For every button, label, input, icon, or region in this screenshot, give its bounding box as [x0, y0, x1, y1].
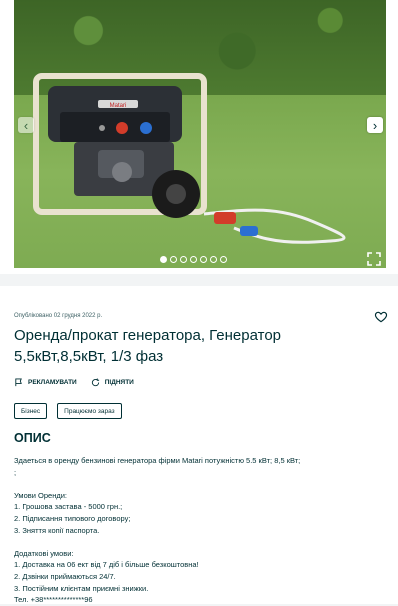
published-date: Опубліковано 02 грудня 2022 р.: [14, 313, 103, 319]
promote-label: РЕКЛАМУВАТИ: [28, 379, 77, 386]
gallery-dot[interactable]: [180, 256, 187, 263]
description-line: 3. Постійним клієнтам приємні знижки.: [14, 583, 149, 593]
tag-business[interactable]: Бізнес: [14, 403, 48, 419]
fullscreen-icon[interactable]: [366, 251, 382, 267]
gallery-dot[interactable]: [170, 256, 177, 263]
flag-icon: [15, 378, 22, 387]
description-line: 3. Зняття копії паспорта.: [14, 525, 100, 535]
previous-photo-button[interactable]: ‹: [18, 117, 34, 133]
chevron-right-icon: ›: [372, 117, 378, 133]
description-line: ;: [14, 467, 17, 477]
description-line: 2. Дзвінки приймаються 24/7.: [14, 571, 116, 581]
raise-label: ПІДНЯТИ: [104, 379, 134, 386]
description-line: 2. Підписання типового договору;: [14, 513, 131, 523]
generator-illustration: Matari: [33, 73, 346, 244]
description-line: 1. Доставка на 06 ект від 7 діб і більше…: [14, 560, 199, 570]
heart-icon[interactable]: [374, 310, 388, 324]
ad-title: Оренда/прокат генератора, Генератор 5,5к…: [14, 327, 282, 365]
description-text: Здаеться в оренду бензинові генератора ф…: [14, 455, 384, 606]
gallery-dot[interactable]: [190, 256, 197, 263]
description-line: Додаткові умови:: [14, 548, 74, 558]
ad-tags: Бізнес Працюємо зараз: [14, 403, 122, 419]
description-line: [14, 536, 384, 548]
svg-text:Matari: Matari: [110, 103, 127, 109]
gallery-dot[interactable]: [210, 256, 217, 263]
chevron-left-icon: ‹: [23, 117, 29, 133]
refresh-icon: [91, 378, 99, 387]
description-line: [14, 478, 384, 490]
image-gallery: Matari ‹ ›: [0, 0, 398, 274]
promote-button[interactable]: РЕКЛАМУВАТИ: [14, 378, 77, 387]
raise-button[interactable]: ПІДНЯТИ: [91, 378, 134, 387]
ad-actions: РЕКЛАМУВАТИ ПІДНЯТИ: [14, 378, 134, 387]
gallery-pagination: [160, 256, 227, 263]
gallery-dot[interactable]: [160, 256, 167, 263]
gallery-dot[interactable]: [220, 256, 227, 263]
tag-working-now[interactable]: Працюємо зараз: [57, 403, 122, 419]
listing-photo[interactable]: Matari: [14, 0, 386, 268]
description-line: Умови Оренди:: [14, 490, 67, 500]
description-line: Здаеться в оренду бензинові генератора ф…: [14, 456, 301, 465]
description-line: 1. Грошова застава - 5000 грн.;: [14, 502, 123, 512]
next-photo-button[interactable]: ›: [367, 117, 383, 133]
description-heading: ОПИС: [14, 431, 51, 445]
gallery-dot[interactable]: [200, 256, 207, 263]
